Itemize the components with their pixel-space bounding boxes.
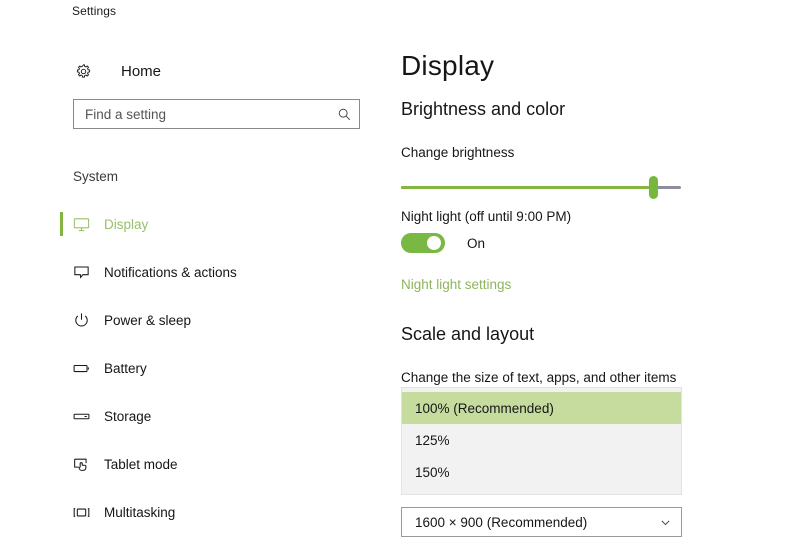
- scale-option[interactable]: 125%: [402, 424, 681, 456]
- resolution-dropdown[interactable]: 1600 × 900 (Recommended): [401, 507, 682, 537]
- sidebar-item-storage[interactable]: Storage: [0, 392, 395, 440]
- sidebar-item-label: Storage: [104, 408, 152, 424]
- search-box[interactable]: [73, 99, 360, 129]
- chevron-down-icon: [649, 516, 681, 529]
- selection-accent-bar: [60, 260, 63, 284]
- power-icon: [70, 309, 92, 331]
- scale-option[interactable]: 150%: [402, 456, 681, 488]
- drive-icon: [70, 405, 92, 427]
- sidebar-item-label: Notifications & actions: [104, 264, 237, 280]
- selection-accent-bar: [60, 212, 63, 236]
- brightness-label: Change brightness: [401, 145, 515, 160]
- sidebar-home-label: Home: [121, 62, 162, 80]
- sidebar-item-tablet-mode[interactable]: Tablet mode: [0, 440, 395, 488]
- selection-accent-bar: [60, 404, 63, 428]
- selection-accent-bar: [60, 356, 63, 380]
- sidebar-item-label: Multitasking: [104, 504, 176, 520]
- brightness-slider[interactable]: [401, 173, 681, 203]
- scale-hint-label: Change the size of text, apps, and other…: [401, 370, 677, 385]
- sidebar-item-label: Display: [104, 216, 149, 232]
- selection-accent-bar: [60, 452, 63, 476]
- window-brackets-icon: [70, 501, 92, 523]
- sidebar-item-power-sleep[interactable]: Power & sleep: [0, 296, 395, 344]
- night-light-settings-link[interactable]: Night light settings: [401, 277, 511, 292]
- sidebar-item-label: Tablet mode: [104, 456, 178, 472]
- night-light-toggle-row: On: [401, 233, 485, 253]
- sidebar: Home System Display: [0, 30, 395, 548]
- monitor-icon: [70, 213, 92, 235]
- slider-thumb[interactable]: [649, 176, 658, 199]
- search-icon: [329, 107, 359, 122]
- sidebar-nav: Display Notifications & actions Power & …: [0, 200, 395, 536]
- toggle-knob: [427, 236, 441, 250]
- scale-option[interactable]: 100% (Recommended): [402, 392, 681, 424]
- sidebar-section-label: System: [73, 169, 119, 184]
- night-light-label: Night light (off until 9:00 PM): [401, 209, 572, 224]
- selection-accent-bar: [60, 500, 63, 524]
- selection-accent-bar: [60, 308, 63, 332]
- main-content: Display Brightness and color Change brig…: [395, 30, 808, 548]
- scale-section-heading: Scale and layout: [401, 324, 535, 344]
- page-title: Display: [401, 50, 495, 81]
- sidebar-item-home[interactable]: Home: [73, 54, 363, 88]
- night-light-toggle[interactable]: [401, 233, 445, 253]
- tablet-hand-icon: [70, 453, 92, 475]
- sidebar-item-label: Power & sleep: [104, 312, 192, 328]
- speech-bubble-icon: [70, 261, 92, 283]
- slider-fill: [401, 186, 653, 189]
- search-input[interactable]: [74, 101, 329, 127]
- window-title: Settings: [72, 4, 117, 18]
- window-titlebar: Settings: [0, 0, 808, 30]
- battery-icon: [70, 357, 92, 379]
- resolution-value: 1600 × 900 (Recommended): [415, 514, 588, 530]
- sidebar-item-battery[interactable]: Battery: [0, 344, 395, 392]
- sidebar-item-notifications-actions[interactable]: Notifications & actions: [0, 248, 395, 296]
- night-light-state-label: On: [467, 235, 486, 251]
- scale-dropdown-list[interactable]: 100% (Recommended) 125% 150%: [401, 387, 682, 495]
- sidebar-item-label: Battery: [104, 360, 147, 376]
- sidebar-item-display[interactable]: Display: [0, 200, 395, 248]
- brightness-section-heading: Brightness and color: [401, 99, 566, 119]
- gear-icon: [73, 61, 93, 81]
- sidebar-item-multitasking[interactable]: Multitasking: [0, 488, 395, 536]
